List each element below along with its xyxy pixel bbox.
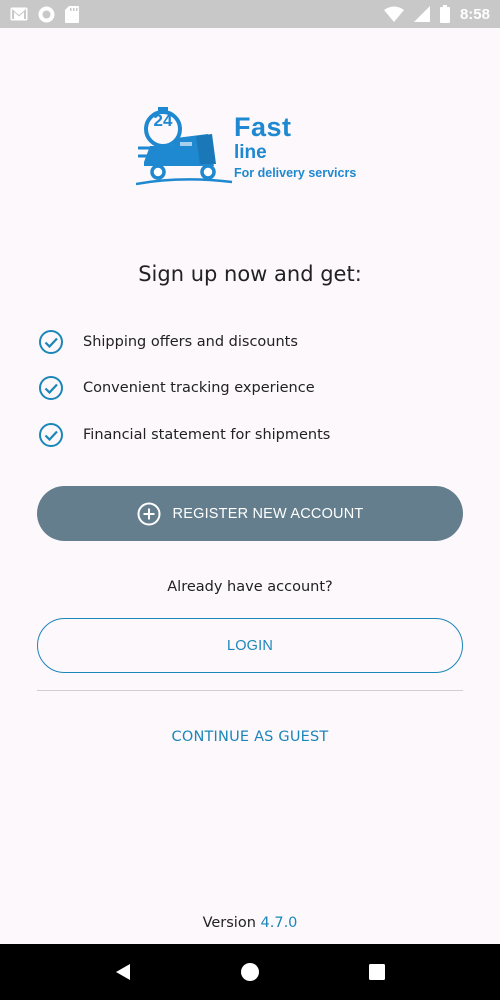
logo-word-line: line: [234, 142, 267, 163]
benefit-label: Convenient tracking experience: [83, 380, 315, 396]
login-button-label: LOGIN: [226, 637, 274, 654]
check-circle-icon: [39, 423, 63, 447]
check-circle-icon: [39, 330, 63, 354]
logo-tagline: For delivery servicrs: [234, 166, 357, 180]
login-button[interactable]: LOGIN: [37, 618, 463, 673]
divider: [37, 690, 463, 691]
benefit-label: Financial statement for shipments: [83, 427, 331, 443]
benefit-label: Shipping offers and discounts: [83, 334, 298, 350]
battery-icon: [439, 5, 450, 23]
wifi-icon: [383, 6, 404, 22]
benefit-item: Convenient tracking experience: [38, 375, 315, 401]
sd-card-icon: [65, 5, 79, 23]
benefit-item: Financial statement for shipments: [38, 422, 330, 448]
register-new-account-button[interactable]: REGISTER NEW ACCOUNT: [37, 486, 463, 541]
system-navigation-bar: [0, 944, 500, 1000]
status-bar: 8:58: [0, 0, 500, 28]
sync-icon: [38, 6, 55, 22]
home-icon: [240, 963, 259, 981]
back-button[interactable]: [103, 952, 143, 992]
version-number: 4.7.0: [260, 915, 298, 931]
register-button-label: REGISTER NEW ACCOUNT: [172, 505, 364, 522]
logo-badge: 24: [153, 111, 173, 130]
plus-circle-icon: [137, 502, 161, 525]
app-version: Version 4.7.0: [0, 915, 500, 931]
already-have-account-text: Already have account?: [167, 579, 333, 595]
continue-as-guest-link[interactable]: CONTINUE AS GUEST: [0, 729, 500, 745]
status-time: 8:58: [459, 5, 490, 23]
benefit-item: Shipping offers and discounts: [38, 329, 298, 355]
recents-icon: [368, 964, 385, 980]
signup-headline: Sign up now and get:: [138, 262, 362, 286]
app-logo: 24 Fast line For delivery servicrs: [136, 104, 366, 190]
recents-button[interactable]: [357, 952, 397, 992]
back-icon: [116, 964, 131, 980]
gmail-icon: [10, 7, 28, 21]
home-button[interactable]: [230, 952, 270, 992]
logo-word-fast: Fast: [234, 112, 292, 142]
version-prefix: Version: [202, 915, 256, 931]
check-circle-icon: [39, 376, 63, 400]
signal-icon: [413, 6, 430, 22]
